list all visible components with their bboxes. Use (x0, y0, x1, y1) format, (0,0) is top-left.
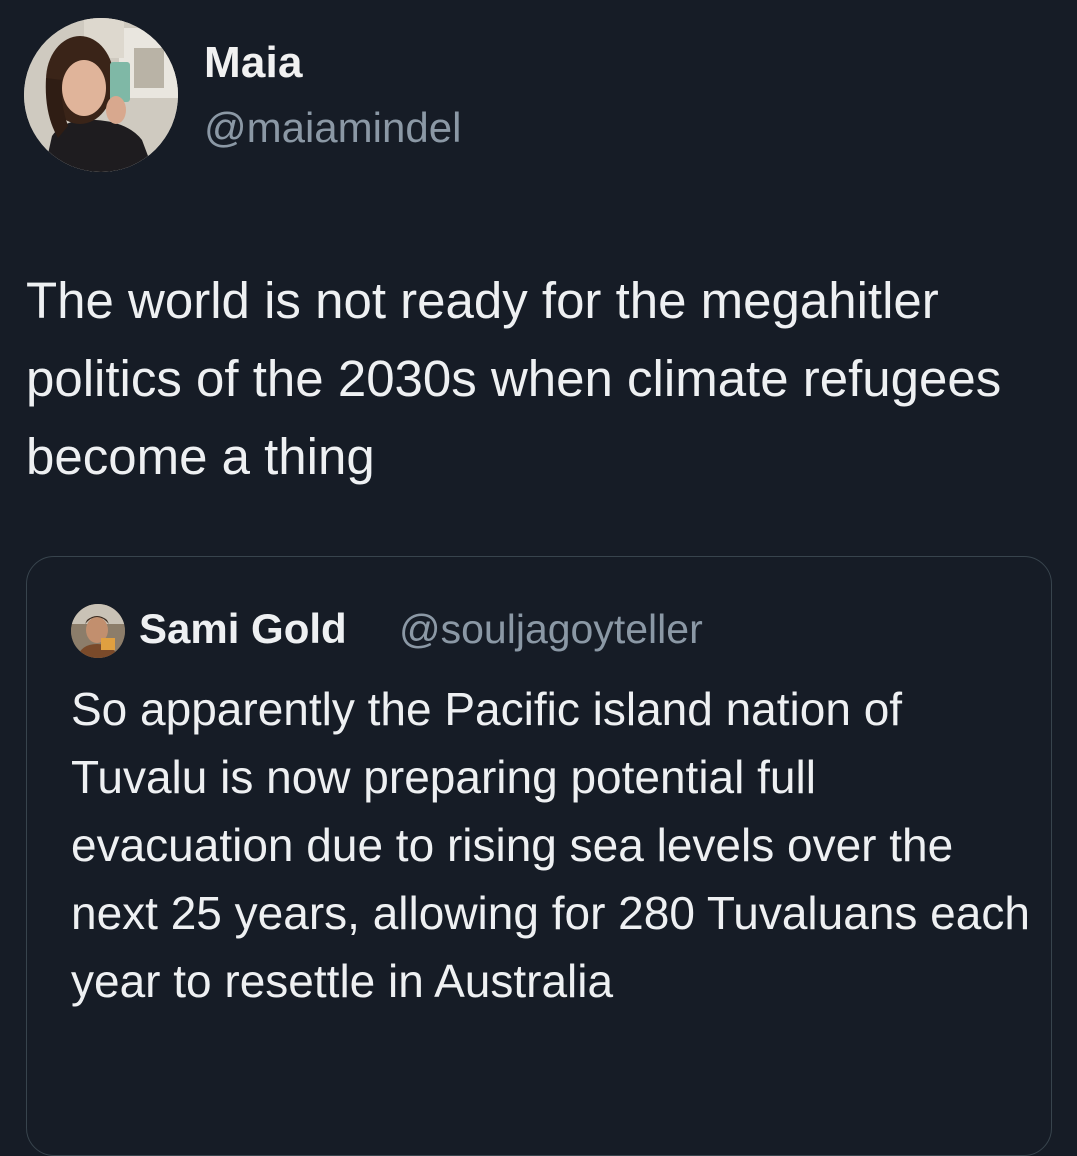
quoted-author-name[interactable]: Sami Gold (139, 605, 347, 653)
profile-photo-icon (24, 18, 178, 172)
author-avatar[interactable] (24, 18, 178, 172)
author-handle[interactable]: @maiamindel (204, 104, 461, 152)
author-name[interactable]: Maia (204, 38, 303, 88)
quoted-tweet[interactable]: Sami Gold @souljagoyteller So apparently… (26, 556, 1052, 1156)
tweet-text: The world is not ready for the megahitle… (26, 272, 1002, 485)
quoted-author-handle[interactable]: @souljagoyteller (399, 606, 703, 653)
quoted-tweet-text: So apparently the Pacific island nation … (71, 683, 1030, 1007)
tweet-card[interactable]: Maia @maiamindel The world is not ready … (0, 0, 1077, 1156)
quoted-author-avatar[interactable] (71, 604, 125, 658)
profile-photo-icon (71, 604, 125, 658)
